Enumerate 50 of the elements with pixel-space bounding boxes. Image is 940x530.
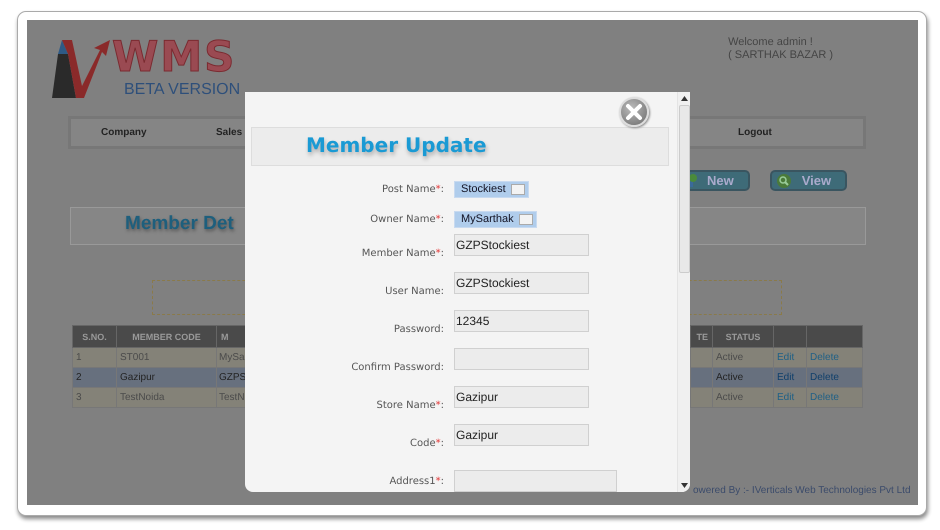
field-label: Confirm Password: <box>350 362 445 372</box>
column-header: MEMBER CODE <box>116 326 216 348</box>
dropdown-icon <box>518 214 533 224</box>
input-field[interactable]: Gazipur <box>454 386 589 408</box>
search-icon <box>776 172 792 188</box>
field-label: Post Name*: <box>381 184 445 194</box>
select-field[interactable]: Stockiest <box>454 180 529 198</box>
scroll-down-icon[interactable] <box>680 483 688 488</box>
column-header: TE <box>690 326 712 348</box>
input-field[interactable]: GZPStockiest <box>454 272 589 294</box>
table-cell: Active <box>712 388 774 408</box>
select-field[interactable]: MySarthak <box>454 210 537 228</box>
column-header: STATUS <box>712 326 774 348</box>
dialog-title: Member Update <box>251 127 669 166</box>
input-field[interactable]: 12345 <box>454 310 589 332</box>
field-label: Store Name*: <box>376 400 445 410</box>
menu-item[interactable]: Company <box>101 127 147 138</box>
table-cell: 1 <box>72 348 116 368</box>
scroll-thumb[interactable] <box>678 105 690 273</box>
menu-item[interactable]: Logout <box>738 127 772 138</box>
welcome-text: Welcome admin ! <box>728 36 814 49</box>
table-cell: ST001 <box>116 348 216 368</box>
table-cell: 3 <box>72 388 116 408</box>
logo-subtitle: BETA VERSION <box>124 82 240 98</box>
input-field[interactable]: Gazipur <box>454 424 589 446</box>
table-cell: Active <box>712 368 774 388</box>
field-label: Address1*: <box>388 476 445 486</box>
column-header: S.NO. <box>72 326 116 348</box>
table-cell: Gazipur <box>116 368 216 388</box>
field-label: Owner Name*: <box>369 214 445 224</box>
table-cell: 2 <box>72 368 116 388</box>
input-field[interactable]: GZPStockiest <box>454 234 589 256</box>
field-label: Code*: <box>409 438 445 448</box>
field-label: Member Name*: <box>360 248 445 258</box>
company-name: ( SARTHAK BAZAR ) <box>728 48 833 62</box>
input-field[interactable] <box>454 470 617 492</box>
dropdown-icon <box>510 184 525 194</box>
scrollbar[interactable] <box>677 92 690 492</box>
scroll-up-icon[interactable] <box>680 96 688 101</box>
input-field[interactable] <box>454 348 589 370</box>
footer-text: owered By :- IVerticals Web Technologies Pvt Ltd <box>693 485 911 496</box>
table-cell: Active <box>712 348 774 368</box>
field-label: User Name: <box>384 286 445 296</box>
table-cell: TestNoida <box>116 388 216 408</box>
logo-title: WMS <box>112 36 238 78</box>
field-label: Password: <box>392 324 445 334</box>
view-button[interactable]: View <box>770 170 848 191</box>
column-header: M <box>216 326 248 348</box>
close-button[interactable] <box>619 97 649 127</box>
menu-item[interactable]: Sales <box>216 127 242 138</box>
